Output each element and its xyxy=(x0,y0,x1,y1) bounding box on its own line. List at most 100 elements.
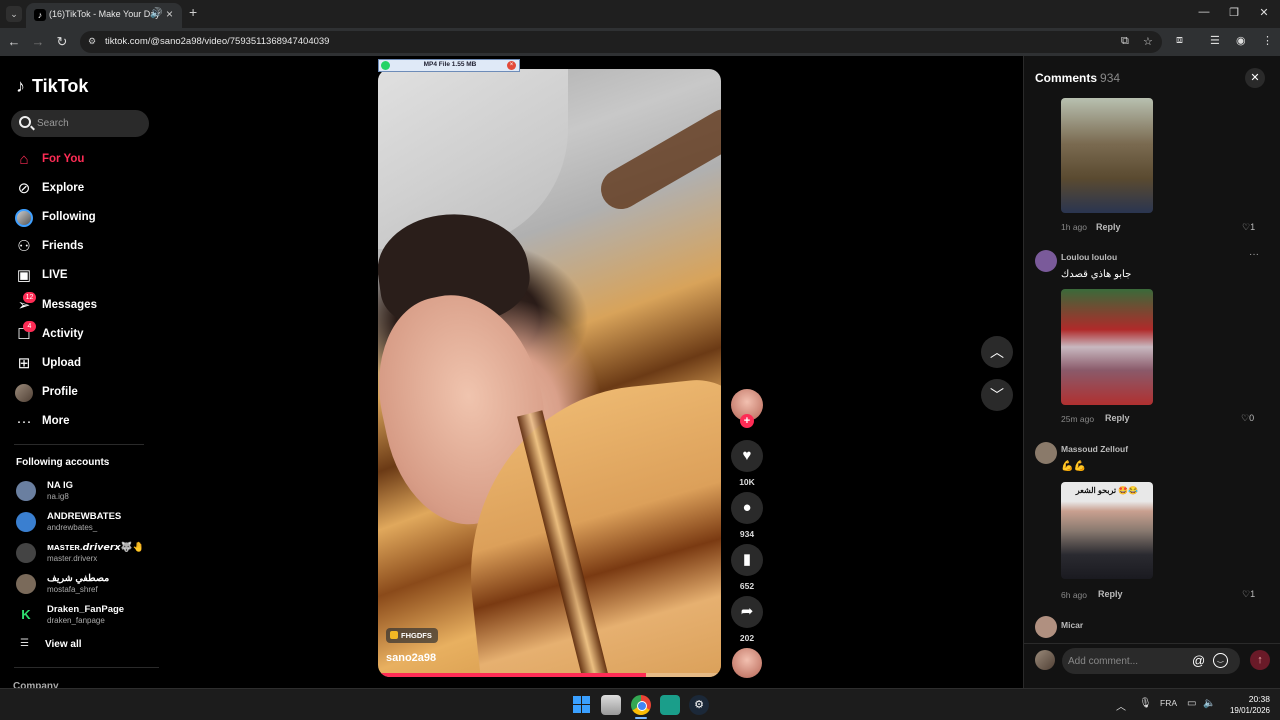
menu-icon[interactable]: ⋮ xyxy=(1262,34,1273,47)
restore-icon[interactable]: ❐ xyxy=(1224,6,1244,19)
close-icon[interactable]: × xyxy=(507,61,516,70)
nav-for-you[interactable]: ⌂ For You xyxy=(14,148,149,172)
extensions-icon[interactable]: ⧈ xyxy=(1176,34,1183,47)
tiktok-logo[interactable]: ♪ TikTok xyxy=(16,76,88,97)
comment-username[interactable]: Massoud Zellouf xyxy=(1061,444,1128,454)
microphone-icon[interactable]: 🎙 xyxy=(1139,698,1152,709)
like-button[interactable]: ♥ xyxy=(731,440,763,472)
video-player[interactable]: FHGDFS sano2a98 xyxy=(378,69,721,677)
nav-upload[interactable]: ⊞ Upload xyxy=(14,352,149,376)
install-app-icon[interactable]: ⧉ xyxy=(1121,35,1129,48)
minimize-icon[interactable]: — xyxy=(1194,6,1214,18)
share-button[interactable]: ➦ xyxy=(731,596,763,628)
compass-icon: ⊘ xyxy=(17,180,31,197)
avatar[interactable] xyxy=(1035,442,1057,464)
close-icon[interactable]: × xyxy=(166,7,173,21)
close-window-icon[interactable]: ✕ xyxy=(1254,6,1274,19)
divider xyxy=(14,667,159,668)
windows-start-icon[interactable] xyxy=(572,695,592,715)
forward-icon[interactable]: → xyxy=(30,34,46,49)
more-icon: ··· xyxy=(16,413,32,430)
plus-icon[interactable]: + xyxy=(189,4,197,20)
nav-following[interactable]: Following xyxy=(14,206,149,230)
nav-messages[interactable]: ➢ 12 Messages xyxy=(14,292,149,318)
site-info-icon[interactable]: ⚙ xyxy=(88,36,100,48)
comment-input[interactable] xyxy=(1068,653,1186,669)
nav-friends[interactable]: ⚇ Friends xyxy=(14,235,149,259)
back-icon[interactable]: ← xyxy=(6,34,22,49)
following-account[interactable]: ᴍᴀsᴛᴇʀ.𝙙𝙧𝙞𝙫𝙚𝙧𝙭🐺🤚 master.driverx xyxy=(16,539,156,567)
speaker-icon[interactable]: 🔊 xyxy=(150,8,162,19)
file-explorer-icon[interactable] xyxy=(601,695,621,715)
volume-icon[interactable]: 🔈 xyxy=(1203,698,1215,709)
download-popup[interactable]: MP4 File 1.55 MB × xyxy=(378,59,520,72)
comment-username[interactable]: Micar xyxy=(1061,620,1083,630)
chevron-down-icon: ﹀ xyxy=(990,387,1004,403)
reload-icon[interactable]: ↻ xyxy=(54,34,70,50)
browser-tab[interactable]: ♪ (16)TikTok - Make Your Day 🔊 × xyxy=(26,3,182,28)
previous-video-button[interactable]: ︿ xyxy=(981,336,1013,368)
browser-tab-bar: ⌄ ♪ (16)TikTok - Make Your Day 🔊 × + — ❐… xyxy=(0,0,1280,28)
nav-label: Explore xyxy=(42,182,85,194)
reply-button[interactable]: Reply xyxy=(1105,413,1130,423)
search-box[interactable] xyxy=(11,110,149,137)
language-indicator[interactable]: FRA xyxy=(1160,698,1177,708)
comment-like[interactable]: ♡1 xyxy=(1242,589,1255,600)
account-name: Draken_FanPage xyxy=(47,604,125,615)
comment-input-wrap[interactable]: @ ‿ xyxy=(1062,648,1240,674)
clock-date[interactable]: 19/01/2026 xyxy=(1220,706,1270,715)
network-icon[interactable]: ▭ xyxy=(1187,698,1196,709)
video-tag[interactable]: FHGDFS xyxy=(386,628,438,643)
next-video-button[interactable]: ﹀ xyxy=(981,379,1013,411)
video-progress-bar[interactable] xyxy=(378,673,646,677)
profile-icon[interactable]: ◉ xyxy=(1236,34,1246,47)
profile-avatar xyxy=(15,384,33,402)
nav-more[interactable]: ··· More xyxy=(14,410,149,434)
comment-time: 1h ago xyxy=(1061,222,1087,232)
account-handle: andrewbates_ xyxy=(47,523,98,532)
avatar[interactable] xyxy=(1035,250,1057,272)
steam-icon[interactable]: ⚙ xyxy=(689,695,709,715)
chevron-up-icon[interactable]: ︿ xyxy=(1116,698,1126,713)
more-options-icon[interactable]: ··· xyxy=(1249,249,1259,260)
comment-button[interactable]: ● xyxy=(731,492,763,524)
following-account[interactable]: K Draken_FanPage draken_fanpage xyxy=(16,601,156,629)
nav-live[interactable]: ▣ LIVE xyxy=(14,264,149,288)
star-icon[interactable]: ☆ xyxy=(1143,35,1153,48)
following-account[interactable]: NA IG na.ig8 xyxy=(16,477,156,505)
nav-activity[interactable]: ☐ 4 Activity xyxy=(14,321,149,347)
nav-profile[interactable]: Profile xyxy=(14,381,149,405)
nav-explore[interactable]: ⊘ Explore xyxy=(14,177,149,201)
video-author[interactable]: sano2a98 xyxy=(386,652,436,664)
omnibox[interactable]: ⚙ tiktok.com/@sano2a98/video/75935113689… xyxy=(80,31,1162,53)
chrome-icon[interactable] xyxy=(631,695,651,715)
avatar[interactable] xyxy=(1035,616,1057,638)
comments-title: Comments 934 xyxy=(1035,71,1120,85)
save-button[interactable]: ▮ xyxy=(731,544,763,576)
view-all-button[interactable]: ☰ View all xyxy=(16,637,136,653)
tab-dropdown-icon[interactable]: ⌄ xyxy=(6,6,22,22)
send-button[interactable]: ↑ xyxy=(1250,650,1270,670)
comment-image[interactable]: تربحو الشعر 🤩😂 xyxy=(1061,482,1153,579)
reading-list-icon[interactable]: ☰ xyxy=(1210,34,1220,47)
sound-avatar[interactable] xyxy=(732,648,762,678)
comment-username[interactable]: Loulou loulou xyxy=(1061,252,1117,262)
follow-plus-button[interactable]: + xyxy=(740,414,754,428)
following-account[interactable]: مصطفي شريف mostafa_shref xyxy=(16,570,156,598)
comment-like[interactable]: ♡0 xyxy=(1241,413,1254,424)
close-comments-button[interactable]: ✕ xyxy=(1245,68,1265,88)
following-avatar xyxy=(15,209,33,227)
comment-image[interactable] xyxy=(1061,98,1153,213)
avatar xyxy=(16,512,36,532)
reply-button[interactable]: Reply xyxy=(1096,222,1121,232)
mention-icon[interactable]: @ xyxy=(1192,653,1205,668)
clock-time[interactable]: 20:38 xyxy=(1226,694,1270,704)
url-text[interactable]: tiktok.com/@sano2a98/video/7593511368947… xyxy=(105,36,329,47)
following-account[interactable]: ANDREWBATES andrewbates_ xyxy=(16,508,156,536)
comment-like[interactable]: ♡1 xyxy=(1242,222,1255,233)
reply-button[interactable]: Reply xyxy=(1098,589,1123,599)
emoji-icon[interactable]: ‿ xyxy=(1213,653,1228,668)
search-input[interactable] xyxy=(37,115,145,131)
comment-image[interactable] xyxy=(1061,289,1153,405)
app-icon[interactable] xyxy=(660,695,680,715)
